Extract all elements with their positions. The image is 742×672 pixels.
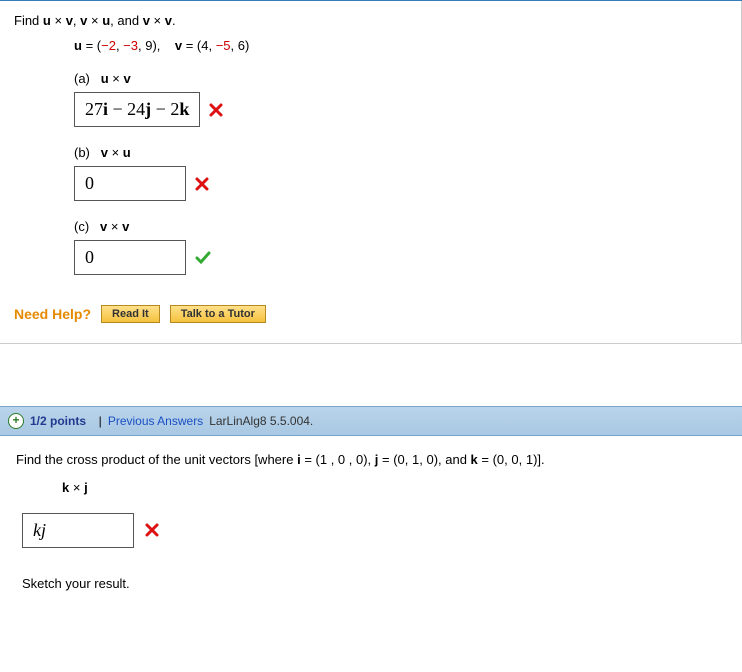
q2-expr: k × j (62, 480, 726, 495)
q2-sep: | (92, 414, 102, 428)
need-help-row: Need Help? Read It Talk to a Tutor (14, 305, 727, 323)
question-2: Find the cross product of the unit vecto… (0, 436, 742, 611)
q1-prompt-prefix: Find (14, 13, 43, 28)
wrong-icon (208, 102, 224, 118)
q1-part-c-label: (c) v × v (74, 219, 727, 234)
q2-points: 1/2 points (30, 414, 86, 428)
q1-vectors: u = (−2, −3, 9), v = (4, −5, 6) (74, 38, 727, 53)
expand-icon[interactable]: + (8, 413, 24, 429)
q1-part-b: (b) v × u 0 (74, 145, 727, 201)
previous-answers-link[interactable]: Previous Answers (108, 414, 203, 428)
q2-prompt: Find the cross product of the unit vecto… (16, 450, 726, 470)
q1-part-a-label: (a) u × v (74, 71, 727, 86)
wrong-icon (144, 522, 160, 538)
q1-part-c: (c) v × v 0 (74, 219, 727, 275)
need-help-label: Need Help? (14, 306, 91, 322)
q1-a-answer-input[interactable]: 27i − 24j − 2k (74, 92, 200, 127)
q2-answer-input[interactable]: kj (22, 513, 134, 548)
correct-icon (194, 249, 212, 267)
q2-sketch-prompt: Sketch your result. (22, 576, 726, 591)
read-it-button[interactable]: Read It (101, 305, 160, 323)
q2-source: LarLinAlg8 5.5.004. (209, 414, 313, 428)
talk-tutor-button[interactable]: Talk to a Tutor (170, 305, 266, 323)
q2-header: + 1/2 points | Previous Answers LarLinAl… (0, 406, 742, 436)
q1-c-answer-input[interactable]: 0 (74, 240, 186, 275)
q1-part-b-label: (b) v × u (74, 145, 727, 160)
question-1: Find u × v, v × u, and v × v. u = (−2, −… (0, 1, 742, 344)
q1-b-answer-input[interactable]: 0 (74, 166, 186, 201)
wrong-icon (194, 176, 210, 192)
q1-prompt: Find u × v, v × u, and v × v. (14, 13, 727, 28)
q1-part-a: (a) u × v 27i − 24j − 2k (74, 71, 727, 127)
